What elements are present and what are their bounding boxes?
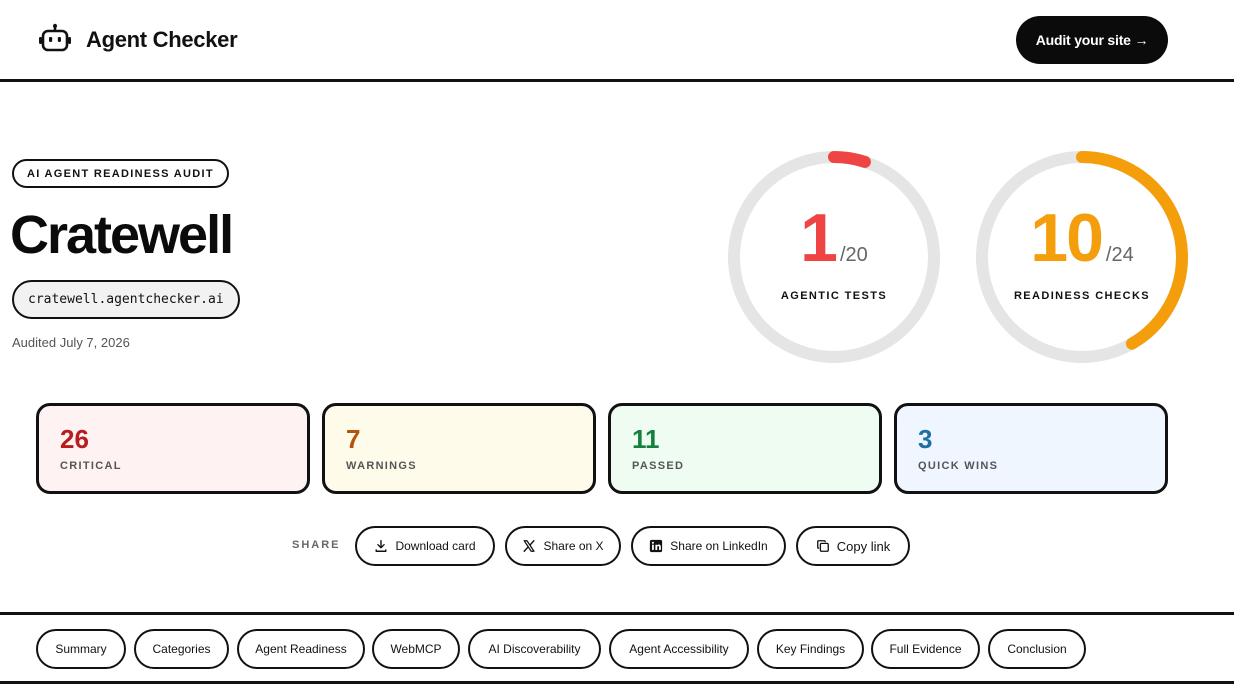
tab-categories[interactable]: Categories xyxy=(134,629,229,669)
brand[interactable]: Agent Checker xyxy=(38,22,238,58)
audit-date: Audited July 7, 2026 xyxy=(12,335,130,350)
tab-summary[interactable]: Summary xyxy=(36,629,126,669)
tabs-top-divider xyxy=(0,612,1234,615)
copy-link-button[interactable]: Copy link xyxy=(796,526,910,566)
download-card-label: Download card xyxy=(395,539,476,553)
site-header: Agent Checker Audit your site → xyxy=(0,0,1234,82)
stat-card-critical: 26 CRITICAL xyxy=(36,403,310,494)
warnings-count: 7 xyxy=(346,424,361,454)
tab-ai-discoverability[interactable]: AI Discoverability xyxy=(468,629,601,669)
domain-chip[interactable]: cratewell.agentchecker.ai xyxy=(12,280,240,319)
share-on-linkedin-button[interactable]: Share on LinkedIn xyxy=(631,526,786,566)
brand-name: Agent Checker xyxy=(86,27,238,52)
linkedin-icon xyxy=(649,539,663,553)
critical-label: CRITICAL xyxy=(60,460,122,472)
audit-your-site-button[interactable]: Audit your site → xyxy=(1016,16,1168,64)
page-title: Cratewell xyxy=(10,205,234,265)
share-on-linkedin-label: Share on LinkedIn xyxy=(670,539,768,553)
tab-agent-readiness[interactable]: Agent Readiness xyxy=(237,629,365,669)
download-card-button[interactable]: Download card xyxy=(355,526,495,566)
share-on-x-label: Share on X xyxy=(543,539,604,553)
stat-card-passed: 11 PASSED xyxy=(608,403,882,494)
download-icon xyxy=(374,539,388,553)
copy-icon xyxy=(816,539,830,553)
readiness-checks-score-ring: 10/24 READINESS CHECKS xyxy=(974,149,1190,365)
tabs-bottom-divider xyxy=(0,681,1234,684)
tab-agent-accessibility[interactable]: Agent Accessibility xyxy=(609,629,749,669)
tab-conclusion[interactable]: Conclusion xyxy=(988,629,1086,669)
agentic-tests-value: 1 xyxy=(800,200,838,276)
passed-count: 11 xyxy=(632,424,660,454)
audit-type-badge: AI AGENT READINESS AUDIT xyxy=(12,159,229,188)
warnings-label: WARNINGS xyxy=(346,460,417,472)
readiness-checks-label: READINESS CHECKS xyxy=(1013,290,1151,302)
tab-webmcp[interactable]: WebMCP xyxy=(372,629,460,669)
x-logo-icon xyxy=(522,539,536,553)
quick-wins-count: 3 xyxy=(918,424,933,454)
share-on-x-button[interactable]: Share on X xyxy=(505,526,621,566)
quick-wins-label: QUICK WINS xyxy=(918,460,999,472)
tab-full-evidence[interactable]: Full Evidence xyxy=(871,629,980,669)
share-label: SHARE xyxy=(292,539,341,551)
passed-label: PASSED xyxy=(632,460,685,472)
copy-link-label: Copy link xyxy=(836,538,891,554)
agentic-tests-total: /20 xyxy=(840,244,868,266)
robot-icon xyxy=(38,23,72,58)
agentic-tests-score-ring: 1/20 AGENTIC TESTS xyxy=(726,149,942,365)
agentic-tests-label: AGENTIC TESTS xyxy=(780,290,888,302)
readiness-checks-total: /24 xyxy=(1105,244,1134,266)
readiness-checks-value: 10 xyxy=(1030,200,1104,276)
tab-key-findings[interactable]: Key Findings xyxy=(757,629,864,669)
stat-card-warnings: 7 WARNINGS xyxy=(322,403,596,494)
critical-count: 26 xyxy=(60,424,89,454)
stat-card-quick-wins: 3 QUICK WINS xyxy=(894,403,1168,494)
